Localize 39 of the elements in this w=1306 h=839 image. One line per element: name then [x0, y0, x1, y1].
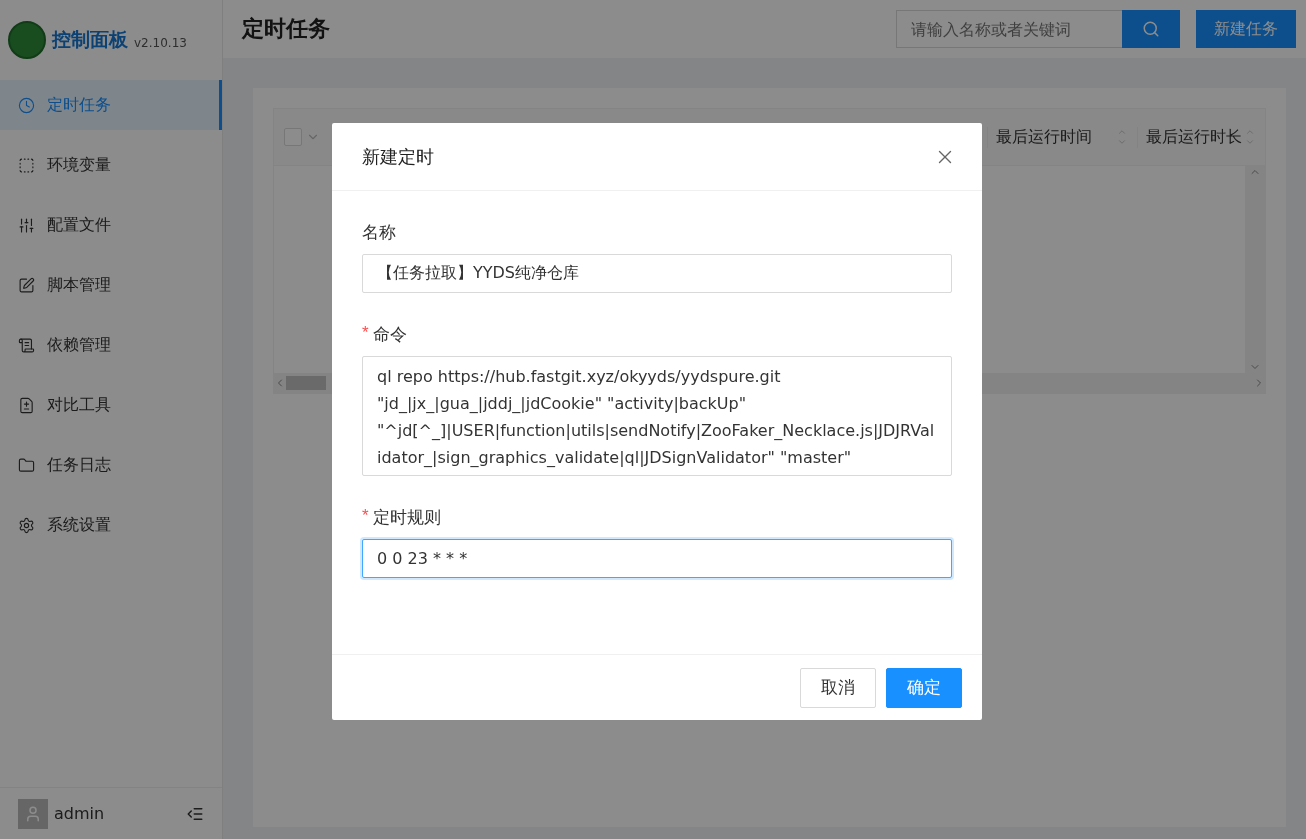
required-mark: *: [362, 506, 369, 527]
nav-item[interactable]: 环境变量: [0, 140, 222, 190]
search-field[interactable]: 请输入名称或者关键词: [896, 10, 1122, 48]
nav-item[interactable]: 任务日志: [0, 440, 222, 490]
command-field[interactable]: ql repo https://hub.fastgit.xyz/okyyds/yydspure.git "jd_|jx_|gua_|jddj_|jdCookie" "activity|backUp" "^jd[^_]|USER|function|utils|sendNotify|ZooFaker_Necklace.js|JDJRValidator_|sign_graphics_validate|ql|JDSignValidator" "master": [362, 356, 952, 476]
input-field[interactable]: 0 0 23 * * *: [362, 539, 952, 578]
logo-icon: [8, 21, 46, 59]
nav-item[interactable]: 脚本管理: [0, 260, 222, 310]
vertical-scrollbar[interactable]: [1245, 166, 1265, 373]
settings-icon: [18, 516, 35, 534]
edit-icon: [18, 276, 35, 294]
dialog-title: 新建定时: [362, 144, 434, 169]
field-label: 名称: [362, 221, 397, 244]
input-field[interactable]: 【任务拉取】YYDS纯净仓库: [362, 254, 952, 293]
clock-icon: [18, 96, 35, 114]
avatar-icon: [18, 798, 48, 829]
confirm-button[interactable]: 确定: [886, 667, 962, 708]
field-label: * 命令: [362, 323, 408, 346]
nav-item[interactable]: 对比工具: [0, 380, 222, 430]
folder-icon: [18, 456, 35, 474]
scrollbar-thumb[interactable]: [286, 376, 326, 390]
nav-item[interactable]: 系统设置: [0, 500, 222, 550]
search-button[interactable]: [1122, 10, 1180, 48]
column-header[interactable]: 最后运行时长: [1137, 126, 1265, 148]
document-icon: [18, 336, 35, 354]
field-label: * 定时规则: [362, 506, 442, 529]
app-title: 控制面板: [52, 27, 128, 52]
version-label: v2.10.13: [134, 36, 187, 50]
nav-item[interactable]: 依赖管理: [0, 320, 222, 370]
dashed-square-icon: [18, 156, 35, 174]
search-icon: [1142, 20, 1160, 38]
user-name: admin: [54, 804, 106, 823]
column-header[interactable]: 最后运行时间: [987, 126, 1137, 148]
file-icon: [18, 396, 35, 414]
nav-item[interactable]: 配置文件: [0, 200, 222, 250]
cancel-button[interactable]: 取消: [800, 667, 876, 708]
page-title: 定时任务: [242, 15, 331, 43]
sliders-icon: [18, 216, 35, 234]
required-mark: *: [362, 323, 369, 344]
